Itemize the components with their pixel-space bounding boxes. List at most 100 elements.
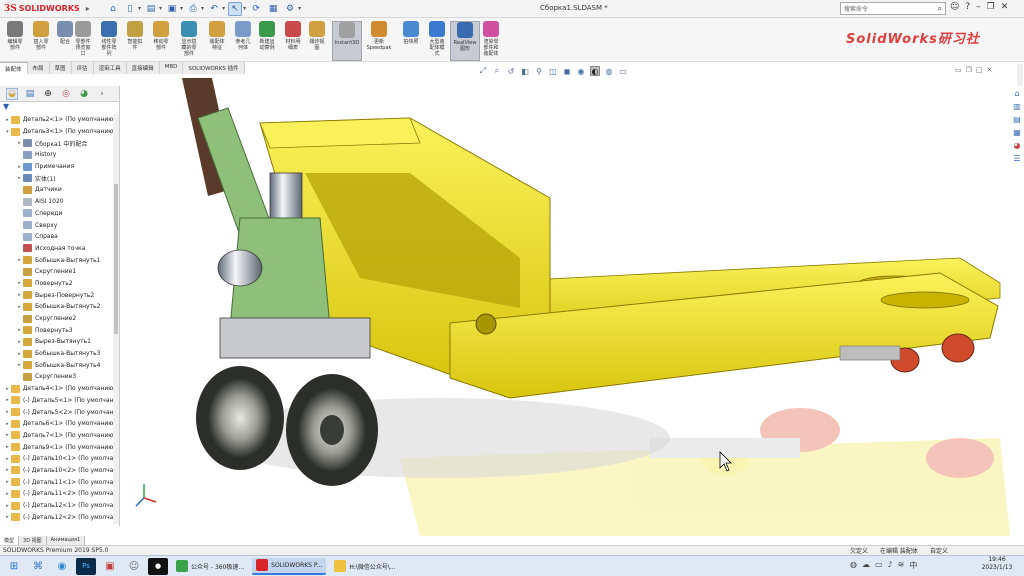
previous-view-icon[interactable]: ↺ <box>506 66 516 76</box>
edit-appearance-icon[interactable]: ◐ <box>590 66 600 76</box>
ribbon-button-12[interactable]: 爆炸视 图 <box>304 21 330 61</box>
tree-item[interactable]: ▸ Бобышка-Вытянуть2 <box>0 301 114 313</box>
select-cursor-icon[interactable]: ↖ <box>228 1 243 16</box>
help-icon[interactable]: ? <box>965 2 970 12</box>
command-tab-6[interactable]: MBD <box>159 62 184 74</box>
minimize-icon[interactable]: – <box>976 2 981 12</box>
ribbon-button-15[interactable]: 拍快照 <box>398 21 424 61</box>
tree-item[interactable]: ▸ Повернуть2 <box>0 278 114 290</box>
tree-item[interactable]: ▸ Бобышка-Вытянуть1 <box>0 254 114 266</box>
tree-expand-icon[interactable]: ▸ <box>4 386 11 392</box>
view-palette-icon[interactable]: ▦ <box>1012 127 1022 137</box>
taskbar-app-2[interactable]: H:\微信公众号\... <box>330 558 399 575</box>
tree-item[interactable]: ▸ Повернуть3 <box>0 324 114 336</box>
taskbar-app-0[interactable]: 公众号 - 360极速... <box>172 558 248 575</box>
right-scrollbar[interactable] <box>1017 64 1023 86</box>
command-tab-0[interactable]: 装配体 <box>0 62 28 74</box>
tree-expand-icon[interactable]: ▸ <box>4 467 11 473</box>
tree-expand-icon[interactable]: ▸ <box>16 140 23 146</box>
tree-item[interactable]: ▸ Бобышка-Вытянуть4 <box>0 359 114 371</box>
tree-item[interactable]: Сверху <box>0 219 114 231</box>
tree-item[interactable]: History <box>0 149 114 161</box>
zoom-to-fit-icon[interactable]: ⤢ <box>478 66 488 76</box>
command-tab-1[interactable]: 布局 <box>27 62 50 74</box>
pinned-app-video-icon[interactable]: ● <box>148 557 168 575</box>
tree-expand-icon[interactable]: ▸ <box>4 432 11 438</box>
tree-item[interactable]: ▸ (-) Деталь5<1> (По умолчан <box>0 395 114 407</box>
options-gear-icon[interactable]: ⚙ <box>283 2 297 16</box>
print-icon[interactable]: ⎙ <box>186 2 200 16</box>
tray-cloud-icon[interactable]: ☁ <box>862 560 870 571</box>
tree-scrollbar[interactable] <box>113 114 119 524</box>
home-icon[interactable]: ⌂ <box>106 2 120 16</box>
tree-item[interactable]: ▸ (-) Деталь11<1> (По умолча <box>0 476 114 488</box>
taskbar-app-1[interactable]: SOLIDWORKS P... <box>252 557 327 575</box>
tree-expand-icon[interactable]: ▸ <box>16 164 23 170</box>
tree-item[interactable]: Скругление1 <box>0 266 114 278</box>
ribbon-button-3[interactable]: 零部件 预览窗 口 <box>70 21 96 61</box>
tree-item[interactable]: ▸ (-) Деталь12<1> (По умолча <box>0 500 114 512</box>
viewport-close-icon[interactable]: ✕ <box>987 66 993 74</box>
file-properties-icon[interactable]: ▦ <box>266 2 280 16</box>
dimxpert-tab-icon[interactable]: ◎ <box>60 88 72 100</box>
ribbon-button-11[interactable]: 材料明 细表 <box>280 21 306 61</box>
tree-item[interactable]: ▸ Сборка1 中的配合 <box>0 137 114 149</box>
ribbon-button-16[interactable]: 大型装 配体模 式 <box>424 21 450 61</box>
panel-expand-icon[interactable]: › <box>96 88 108 100</box>
pinned-app-network-icon[interactable]: ⌘ <box>28 558 48 575</box>
configuration-manager-tab-icon[interactable]: ⊕ <box>42 88 54 100</box>
tree-item[interactable]: Исходная точка <box>0 243 114 255</box>
design-library-icon[interactable]: ▥ <box>1012 101 1022 111</box>
pinned-app-user-icon[interactable]: ☺ <box>124 558 144 575</box>
tree-expand-icon[interactable]: ▸ <box>4 117 11 123</box>
close-icon[interactable]: ✕ <box>1001 2 1009 12</box>
bottom-tab-1[interactable]: 3D 视图 <box>19 536 47 545</box>
taskbar-clock[interactable]: 19:46 2023/1/13 <box>972 556 1022 572</box>
section-view-icon[interactable]: ◧ <box>520 66 530 76</box>
custom-properties-icon[interactable]: ☰ <box>1012 153 1022 163</box>
tray-app-icon[interactable]: ◍ <box>850 560 857 571</box>
tree-expand-icon[interactable]: ▸ <box>4 444 11 450</box>
zoom-area-icon[interactable]: ⌕ <box>492 66 502 76</box>
tree-item[interactable]: ▸ Деталь9<1> (По умолчанию< <box>0 441 114 453</box>
tree-item[interactable]: Датчики <box>0 184 114 196</box>
search-icon[interactable]: ⌕ <box>938 4 942 14</box>
pinned-app-photoshop-icon[interactable]: Ps <box>76 557 96 575</box>
tree-expand-icon[interactable]: ▸ <box>4 491 11 497</box>
ribbon-button-8[interactable]: 装配体 特征 <box>204 21 230 61</box>
tree-item[interactable]: Скругление3 <box>0 371 114 383</box>
graphics-area[interactable] <box>120 78 1010 536</box>
rebuild-icon[interactable]: ⟳ <box>249 2 263 16</box>
tree-item[interactable]: AISI 1020 <box>0 196 114 208</box>
view-orientation-icon[interactable]: ◫ <box>548 66 558 76</box>
tray-wifi-icon[interactable]: ≋ <box>898 560 905 571</box>
tree-item[interactable]: ▸ Вырез-Повернуть2 <box>0 289 114 301</box>
property-manager-tab-icon[interactable]: ▤ <box>24 88 36 100</box>
tree-expand-icon[interactable]: ▸ <box>4 456 11 462</box>
tree-item[interactable]: ▸ Деталь6<1> (По умолчанию< <box>0 418 114 430</box>
tree-expand-icon[interactable]: ▸ <box>4 409 11 415</box>
tree-item[interactable]: ▸ Деталь2<1> (По умолчанию< <box>0 114 114 126</box>
ribbon-button-18[interactable]: 渲染零 部件和 装配体 <box>478 21 504 61</box>
appearances-icon[interactable]: ◕ <box>1012 140 1022 150</box>
tree-expand-icon[interactable]: ▸ <box>16 175 23 181</box>
viewport-minimize-icon[interactable]: ▭ <box>955 66 962 74</box>
ribbon-button-7[interactable]: 显示隐 藏的零 部件 <box>176 21 202 61</box>
hide-show-items-icon[interactable]: ◉ <box>576 66 586 76</box>
open-folder-icon[interactable]: ▤ <box>144 2 158 16</box>
file-explorer-icon[interactable]: ▤ <box>1012 114 1022 124</box>
command-tab-3[interactable]: 评估 <box>71 62 94 74</box>
tree-expand-icon[interactable]: ▸ <box>16 362 23 368</box>
tree-item[interactable]: ▸ (-) Деталь10<1> (По умолча <box>0 453 114 465</box>
save-icon[interactable]: ▣ <box>165 2 179 16</box>
command-tab-7[interactable]: SOLIDWORKS 插件 <box>183 62 245 74</box>
tray-input-icon[interactable]: 中 <box>909 560 917 571</box>
tree-expand-icon[interactable]: ▸ <box>4 421 11 427</box>
ribbon-button-5[interactable]: 智能扣 件 <box>122 21 148 61</box>
tree-item[interactable]: ▸ Деталь4<1> (По умолчанию< <box>0 383 114 395</box>
tree-item[interactable]: Скругление2 <box>0 313 114 325</box>
tree-expand-icon[interactable]: ▸ <box>16 292 23 298</box>
view-settings-icon[interactable]: ▭ <box>618 66 628 76</box>
ribbon-button-14[interactable]: 更新 Speedpak <box>366 21 392 61</box>
restore-icon[interactable]: ❐ <box>987 2 995 12</box>
